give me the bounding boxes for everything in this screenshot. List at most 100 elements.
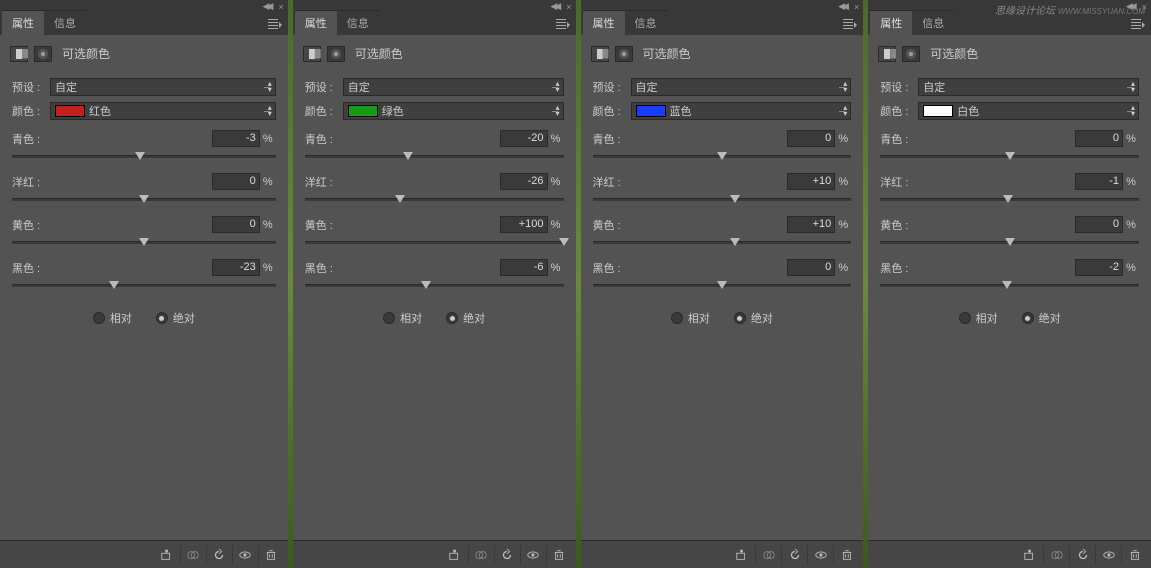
slider-thumb[interactable] [730, 238, 740, 246]
visibility-icon[interactable] [807, 545, 833, 565]
clip-to-layer-icon[interactable] [1017, 545, 1043, 565]
visibility-icon[interactable] [520, 545, 546, 565]
tab-properties[interactable]: 属性 [295, 10, 337, 35]
panel-menu-icon[interactable] [843, 19, 857, 29]
color-dropdown[interactable]: 绿色 ▴▾ [343, 102, 564, 120]
reset-icon[interactable] [494, 545, 520, 565]
slider-track[interactable] [305, 278, 564, 292]
reset-icon[interactable] [781, 545, 807, 565]
visibility-icon[interactable] [1095, 545, 1121, 565]
slider-track[interactable] [593, 192, 852, 206]
slider-track[interactable] [12, 149, 276, 163]
preset-dropdown[interactable]: 自定▴▾ [631, 78, 852, 96]
slider-track[interactable] [593, 278, 852, 292]
slider-value-input[interactable]: 0 [787, 259, 835, 276]
slider-track[interactable] [305, 192, 564, 206]
radio-absolute[interactable]: 绝对 [734, 310, 773, 326]
delete-icon[interactable] [833, 545, 859, 565]
slider-value-input[interactable]: 0 [1075, 216, 1123, 233]
collapse-arrows-icon[interactable]: ◀◀ [263, 1, 271, 12]
slider-track[interactable] [880, 192, 1139, 206]
slider-value-input[interactable]: -2 [1075, 259, 1123, 276]
close-icon[interactable]: × [854, 2, 859, 12]
delete-icon[interactable] [546, 545, 572, 565]
color-dropdown[interactable]: 蓝色 ▴▾ [631, 102, 852, 120]
panel-menu-icon[interactable] [1131, 19, 1145, 29]
reset-icon[interactable] [206, 545, 232, 565]
tab-info[interactable]: 信息 [912, 10, 954, 35]
slider-track[interactable] [593, 149, 852, 163]
tab-properties[interactable]: 属性 [583, 10, 625, 35]
slider-value-input[interactable]: -23 [212, 259, 260, 276]
slider-value-input[interactable]: 0 [1075, 130, 1123, 147]
panel-menu-icon[interactable] [268, 19, 282, 29]
slider-track[interactable] [880, 278, 1139, 292]
slider-thumb[interactable] [139, 195, 149, 203]
tab-properties[interactable]: 属性 [2, 10, 44, 35]
slider-track[interactable] [305, 235, 564, 249]
radio-relative[interactable]: 相对 [671, 310, 710, 326]
clip-to-layer-icon[interactable] [154, 545, 180, 565]
slider-track[interactable] [880, 149, 1139, 163]
view-previous-icon[interactable] [755, 545, 781, 565]
radio-absolute[interactable]: 绝对 [446, 310, 485, 326]
mask-icon[interactable] [902, 46, 920, 62]
slider-value-input[interactable]: 0 [787, 130, 835, 147]
radio-relative[interactable]: 相对 [93, 310, 132, 326]
slider-thumb[interactable] [421, 281, 431, 289]
color-dropdown[interactable]: 红色 ▴▾ [50, 102, 276, 120]
view-previous-icon[interactable] [180, 545, 206, 565]
slider-thumb[interactable] [395, 195, 405, 203]
panel-menu-icon[interactable] [556, 19, 570, 29]
slider-value-input[interactable]: -3 [212, 130, 260, 147]
collapse-arrows-icon[interactable]: ◀◀ [550, 1, 558, 12]
slider-thumb[interactable] [1005, 152, 1015, 160]
slider-thumb[interactable] [109, 281, 119, 289]
slider-value-input[interactable]: 0 [212, 173, 260, 190]
tab-info[interactable]: 信息 [337, 10, 379, 35]
slider-value-input[interactable]: -1 [1075, 173, 1123, 190]
slider-thumb[interactable] [717, 281, 727, 289]
adjustment-icon[interactable] [303, 46, 321, 62]
adjustment-icon[interactable] [591, 46, 609, 62]
preset-dropdown[interactable]: 自定▴▾ [50, 78, 276, 96]
slider-thumb[interactable] [1005, 238, 1015, 246]
clip-to-layer-icon[interactable] [729, 545, 755, 565]
adjustment-icon[interactable] [878, 46, 896, 62]
slider-value-input[interactable]: +100 [500, 216, 548, 233]
view-previous-icon[interactable] [468, 545, 494, 565]
tab-info[interactable]: 信息 [44, 10, 86, 35]
slider-thumb[interactable] [717, 152, 727, 160]
slider-thumb[interactable] [135, 152, 145, 160]
mask-icon[interactable] [327, 46, 345, 62]
adjustment-icon[interactable] [10, 46, 28, 62]
slider-value-input[interactable]: +10 [787, 216, 835, 233]
reset-icon[interactable] [1069, 545, 1095, 565]
slider-thumb[interactable] [403, 152, 413, 160]
preset-dropdown[interactable]: 自定▴▾ [918, 78, 1139, 96]
slider-thumb[interactable] [730, 195, 740, 203]
slider-track[interactable] [12, 278, 276, 292]
view-previous-icon[interactable] [1043, 545, 1069, 565]
slider-track[interactable] [12, 192, 276, 206]
close-icon[interactable]: × [278, 2, 283, 12]
mask-icon[interactable] [34, 46, 52, 62]
radio-absolute[interactable]: 绝对 [1022, 310, 1061, 326]
tab-info[interactable]: 信息 [625, 10, 667, 35]
collapse-arrows-icon[interactable]: ◀◀ [838, 1, 846, 12]
slider-track[interactable] [593, 235, 852, 249]
delete-icon[interactable] [258, 545, 284, 565]
slider-thumb[interactable] [559, 238, 569, 246]
clip-to-layer-icon[interactable] [442, 545, 468, 565]
slider-thumb[interactable] [1003, 195, 1013, 203]
visibility-icon[interactable] [232, 545, 258, 565]
slider-value-input[interactable]: -26 [500, 173, 548, 190]
slider-value-input[interactable]: +10 [787, 173, 835, 190]
mask-icon[interactable] [615, 46, 633, 62]
color-dropdown[interactable]: 白色 ▴▾ [918, 102, 1139, 120]
slider-value-input[interactable]: -20 [500, 130, 548, 147]
slider-value-input[interactable]: 0 [212, 216, 260, 233]
preset-dropdown[interactable]: 自定▴▾ [343, 78, 564, 96]
radio-absolute[interactable]: 绝对 [156, 310, 195, 326]
slider-track[interactable] [880, 235, 1139, 249]
